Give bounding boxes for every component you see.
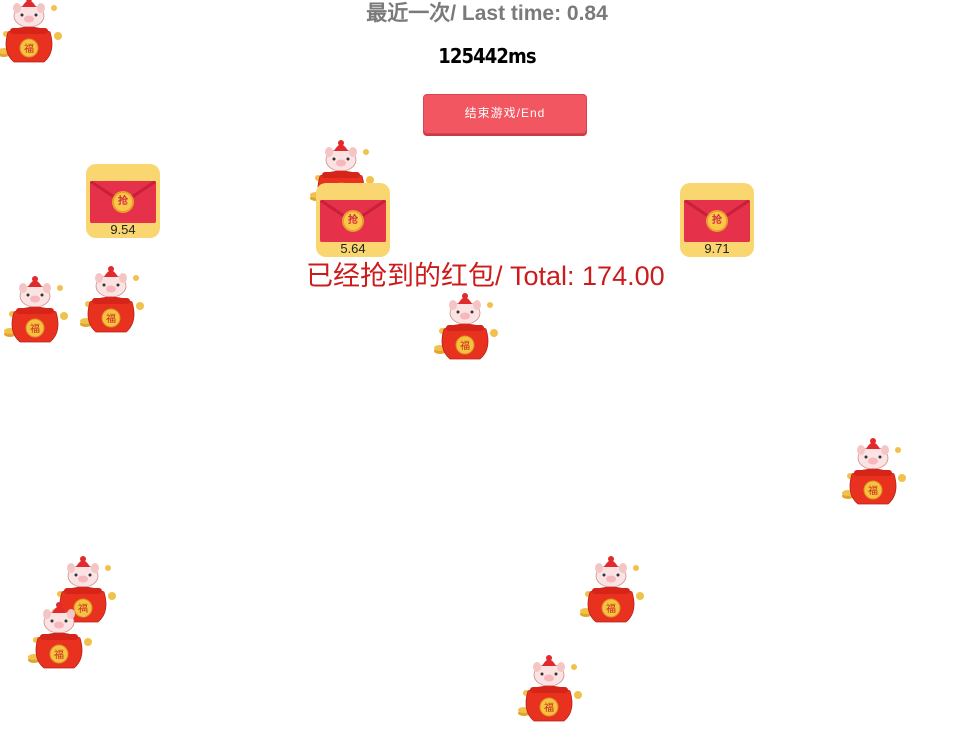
red-envelope[interactable]: 抢 5.64 [316,183,390,257]
last-time-label: 最近一次/ Last time: 0.84 [366,2,608,25]
lucky-pig-bag-icon[interactable] [840,438,910,508]
grab-seal: 抢 [342,210,364,232]
lucky-pig-bag-icon[interactable] [26,602,96,672]
lucky-pig-bag-icon[interactable] [0,0,66,66]
lucky-pig-bag-icon[interactable] [578,556,648,626]
red-envelope[interactable]: 抢 9.54 [86,164,160,238]
envelope-amount: 9.71 [704,241,730,256]
lucky-pig-bag-icon[interactable] [2,276,72,346]
grab-seal: 抢 [706,210,728,232]
lucky-pig-bag-icon[interactable] [432,293,502,363]
elapsed-timer: 125442ms [438,44,536,68]
grab-seal: 抢 [112,191,134,213]
lucky-pig-bag-icon[interactable] [78,266,148,336]
lucky-pig-bag-icon[interactable] [516,655,586,725]
total-collected-label: 已经抢到的红包/ Total: 174.00 [306,261,665,291]
envelope-amount: 9.54 [110,222,136,237]
red-envelope[interactable]: 抢 9.71 [680,183,754,257]
end-game-button[interactable]: 结束游戏/End [423,94,587,134]
